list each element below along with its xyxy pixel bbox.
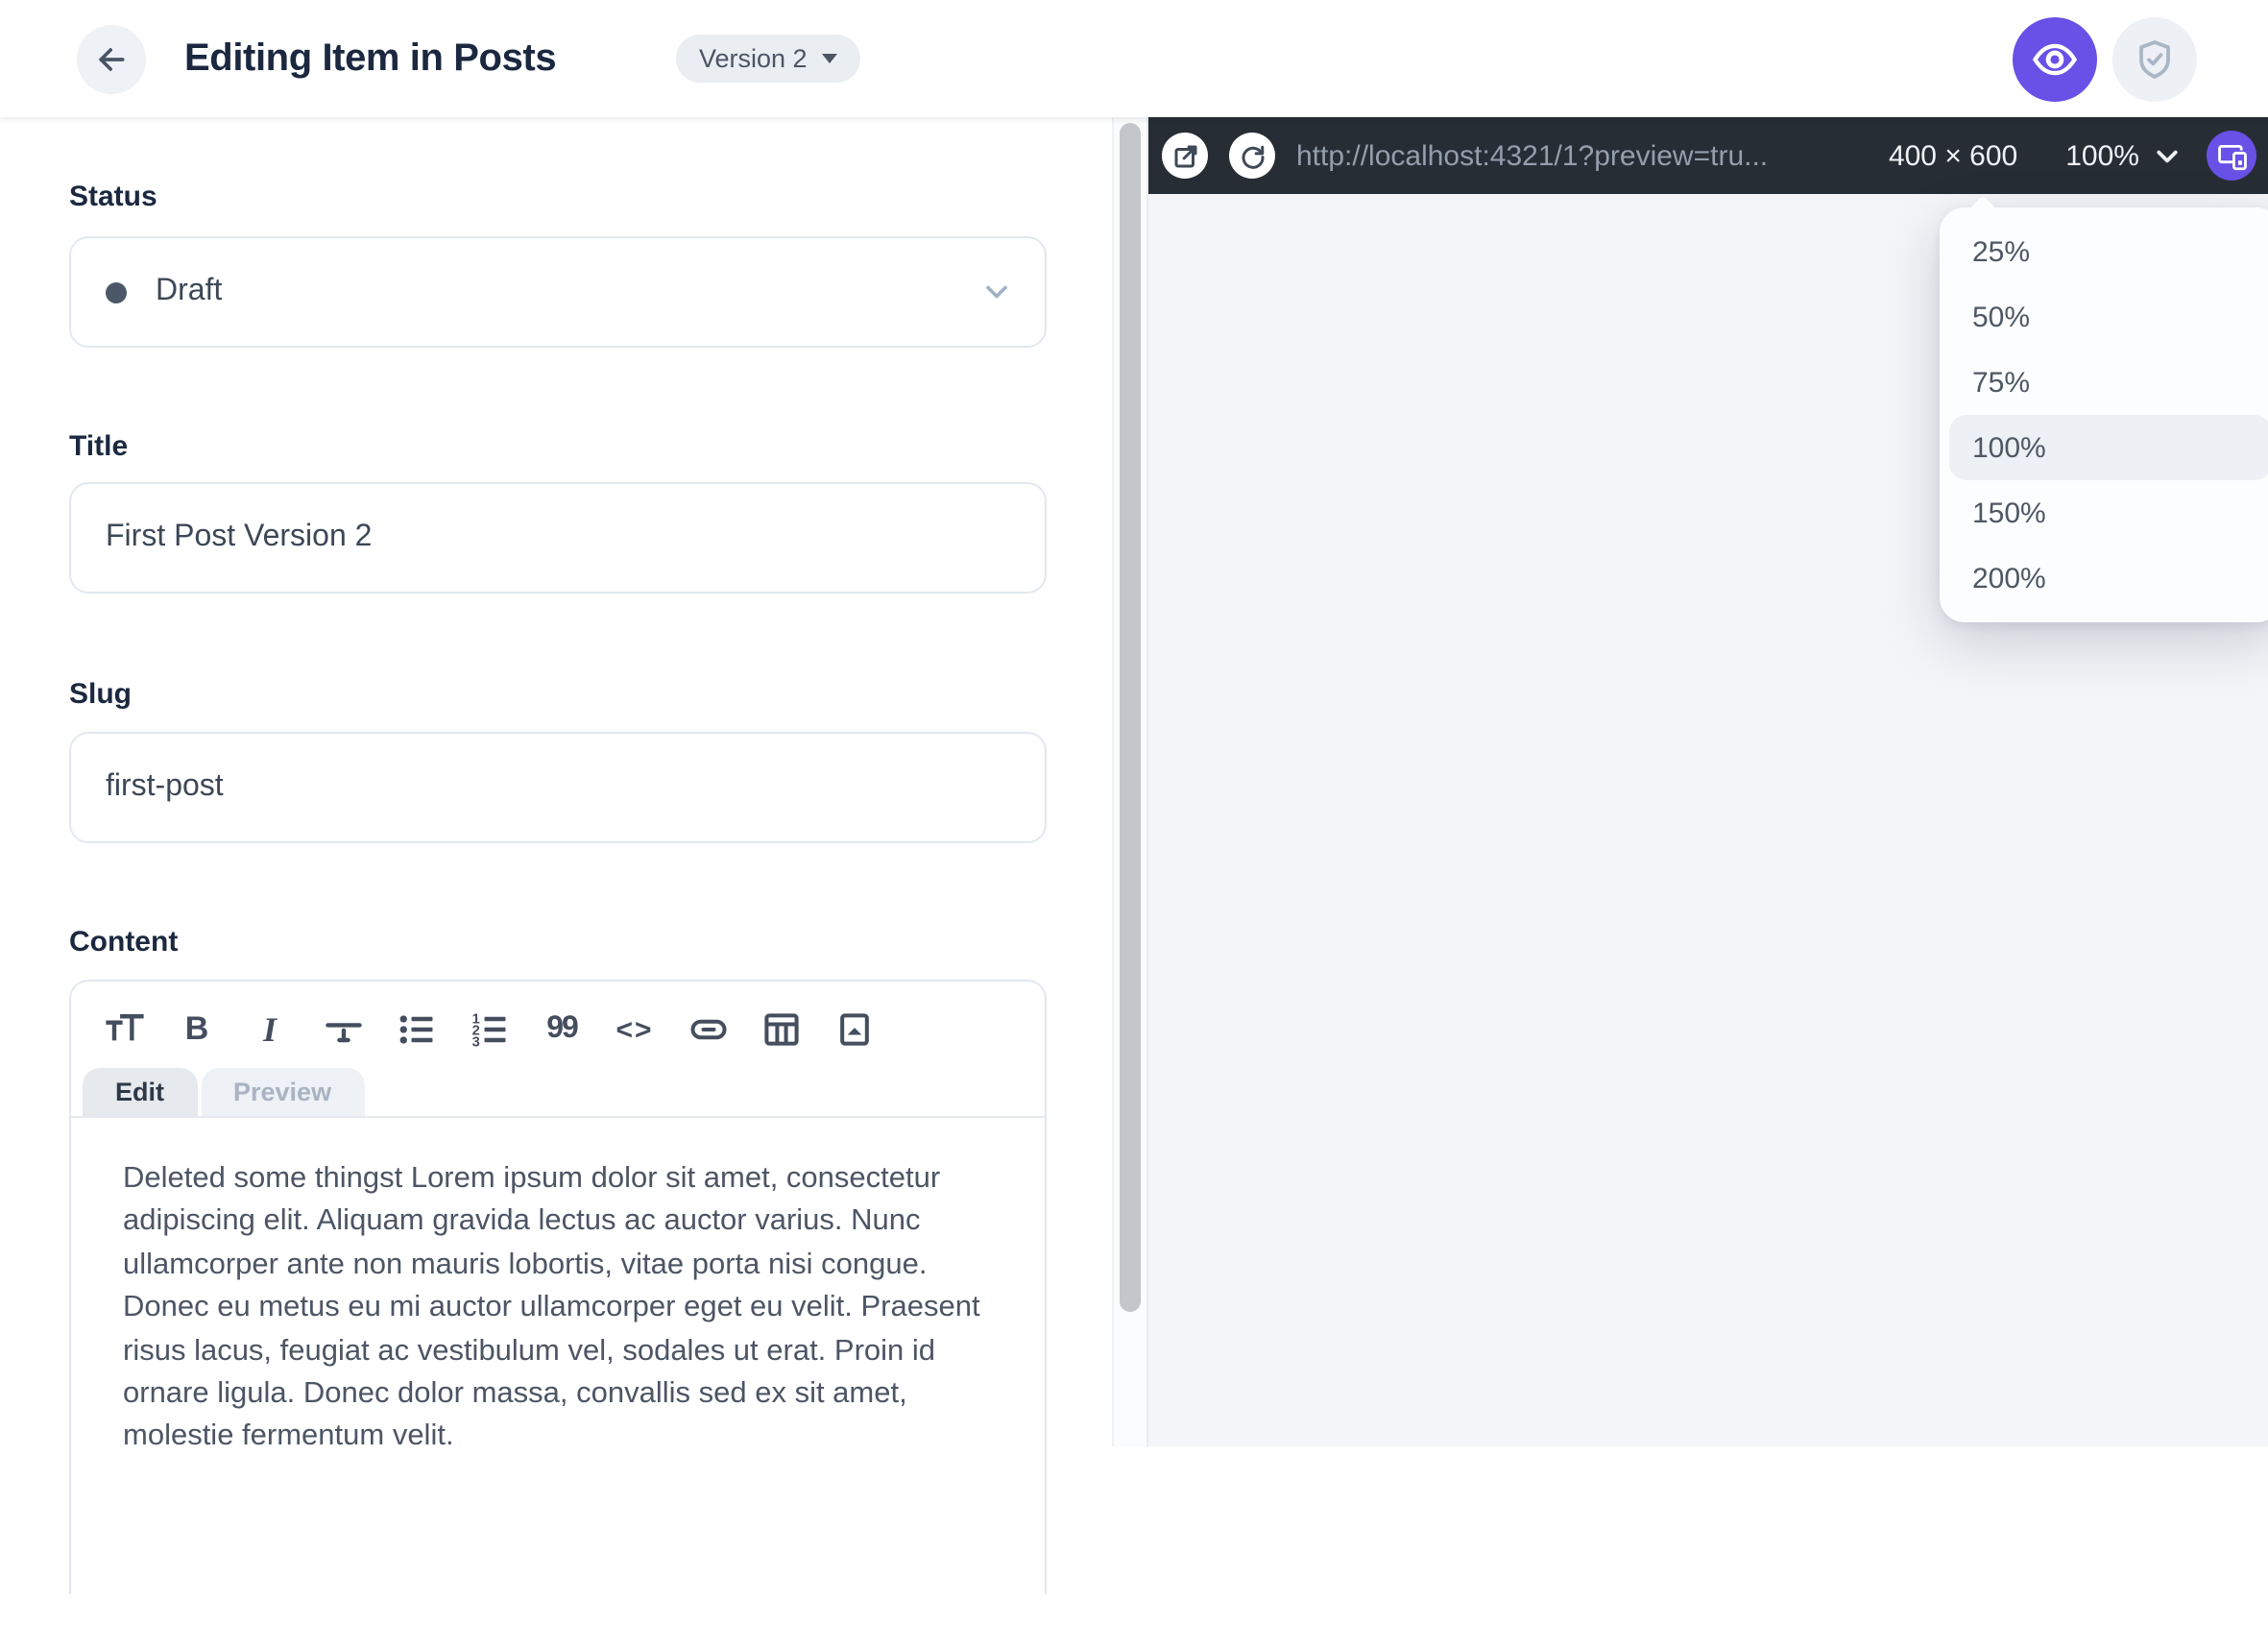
refresh-preview-button[interactable] — [1229, 133, 1275, 179]
panel-scrollbar-track[interactable] — [1112, 117, 1146, 1446]
strikethrough-icon — [322, 1008, 364, 1051]
panel-scrollbar-thumb[interactable] — [1120, 123, 1141, 1312]
zoom-value: 100% — [2065, 139, 2139, 172]
content-textarea[interactable]: Deleted some thingst Lorem ipsum dolor s… — [71, 1118, 1041, 1460]
zoom-option-75[interactable]: 75% — [1949, 350, 2268, 415]
bold-icon: B — [184, 1010, 209, 1047]
svg-text:3: 3 — [471, 1034, 479, 1050]
image-icon — [832, 1008, 875, 1051]
tab-edit[interactable]: Edit — [83, 1068, 197, 1116]
link-button[interactable] — [686, 1007, 730, 1053]
refresh-icon — [1238, 141, 1267, 170]
ordered-list-button[interactable]: 123 — [467, 1007, 511, 1053]
bold-button[interactable]: B — [175, 1007, 219, 1053]
title-input[interactable]: First Post Version 2 — [69, 482, 1047, 594]
text-size-button[interactable] — [102, 1007, 146, 1053]
title-label: Title — [69, 430, 129, 463]
slug-label: Slug — [69, 678, 132, 711]
devices-icon — [2215, 139, 2248, 172]
eye-icon — [2030, 35, 2080, 85]
quote-button[interactable]: 99 — [540, 1007, 584, 1053]
code-icon: <> — [615, 1013, 654, 1046]
tab-preview[interactable]: Preview — [201, 1068, 365, 1116]
back-button[interactable] — [77, 25, 146, 94]
validation-shield-button[interactable] — [2112, 17, 2197, 102]
arrow-left-icon — [92, 40, 131, 79]
shield-check-icon — [2132, 36, 2178, 83]
chevron-down-icon — [2153, 141, 2182, 170]
unordered-list-button[interactable] — [394, 1007, 438, 1053]
zoom-option-100[interactable]: 100% — [1949, 415, 2268, 480]
open-external-icon — [1170, 141, 1199, 170]
status-value: Draft — [156, 275, 223, 307]
status-dot-icon — [106, 281, 127, 303]
table-icon — [760, 1008, 802, 1051]
image-button[interactable] — [832, 1007, 876, 1053]
status-label: Status — [69, 181, 157, 213]
version-selector[interactable]: Version 2 — [676, 35, 861, 83]
preview-toolbar: http://localhost:4321/1?preview=tru... 4… — [1148, 117, 2268, 194]
preview-dimensions: 400 × 600 — [1888, 139, 2018, 172]
zoom-option-25[interactable]: 25% — [1949, 219, 2268, 284]
app-window: Status Draft Title First Post Version 2 … — [0, 0, 2268, 1594]
zoom-select[interactable]: 100% — [2065, 139, 2182, 172]
editor-tabs: Edit Preview — [71, 1068, 1045, 1116]
app-header: Editing Item in Posts Version 2 — [0, 0, 2268, 117]
device-size-button[interactable] — [2207, 131, 2256, 181]
page-title: Editing Item in Posts — [184, 36, 557, 79]
unordered-list-icon — [395, 1008, 437, 1051]
chevron-down-icon — [979, 275, 1014, 309]
content-label: Content — [69, 926, 179, 958]
ordered-list-icon: 123 — [468, 1008, 510, 1051]
content-editor: B I 123 99 <> Edit Preview Deleted some … — [69, 980, 1047, 1594]
version-label: Version 2 — [699, 44, 808, 73]
editor-toolbar: B I 123 99 <> — [71, 982, 1045, 1056]
link-icon — [687, 1008, 729, 1051]
table-button[interactable] — [759, 1007, 803, 1053]
text-size-icon — [103, 1008, 145, 1051]
strikethrough-button[interactable] — [321, 1007, 365, 1053]
zoom-option-50[interactable]: 50% — [1949, 284, 2268, 350]
zoom-option-150[interactable]: 150% — [1949, 480, 2268, 546]
edit-form-panel: Status Draft Title First Post Version 2 … — [0, 117, 1112, 1594]
quote-icon: 99 — [546, 1012, 579, 1045]
open-in-new-tab-button[interactable] — [1162, 133, 1208, 179]
italic-icon: I — [262, 1009, 277, 1048]
preview-url[interactable]: http://localhost:4321/1?preview=tru... — [1296, 139, 1866, 172]
italic-button[interactable]: I — [248, 1007, 292, 1053]
status-select[interactable]: Draft — [69, 236, 1047, 348]
slug-input[interactable]: first-post — [69, 732, 1047, 843]
code-view-button[interactable]: <> — [613, 1007, 657, 1053]
zoom-option-200[interactable]: 200% — [1949, 546, 2268, 611]
preview-eye-button[interactable] — [2013, 17, 2097, 102]
zoom-dropdown-menu: 25% 50% 75% 100% 150% 200% — [1940, 195, 2268, 622]
caret-down-icon — [822, 54, 838, 63]
